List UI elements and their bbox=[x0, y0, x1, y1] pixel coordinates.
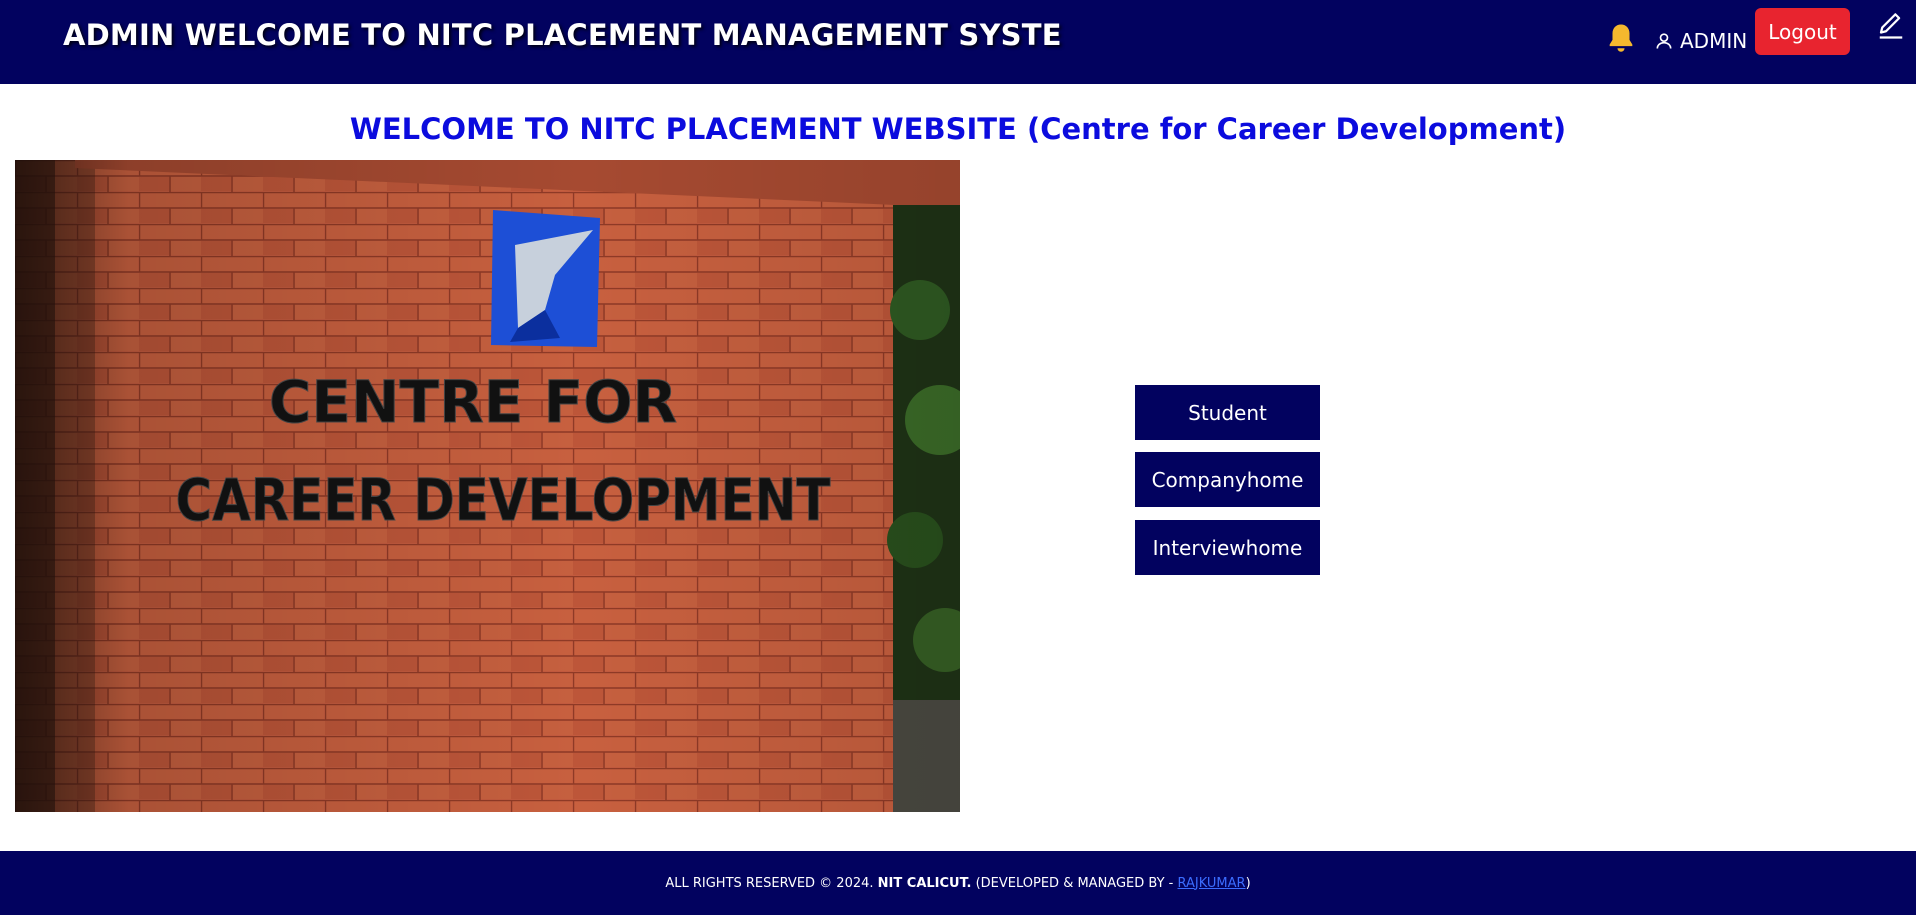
student-button[interactable]: Student bbox=[1135, 385, 1320, 440]
sign-line-2: CAREER DEVELOPMENT bbox=[176, 466, 831, 534]
companyhome-button[interactable]: Companyhome bbox=[1135, 452, 1320, 507]
bell-icon[interactable] bbox=[1604, 20, 1638, 56]
footer-managed-prefix: (DEVELOPED & MANAGED BY - bbox=[975, 875, 1174, 891]
interviewhome-button[interactable]: Interviewhome bbox=[1135, 520, 1320, 575]
top-navbar: ADMIN WELCOME TO NITC PLACEMENT MANAGEME… bbox=[0, 0, 1916, 84]
user-menu[interactable]: ADMIN bbox=[1654, 28, 1747, 54]
footer-managed-suffix: ) bbox=[1245, 875, 1251, 891]
hero-image: CENTRE FOR CAREER DEVELOPMENT bbox=[15, 160, 960, 812]
sign-line-1: CENTRE FOR bbox=[269, 368, 677, 436]
developer-link[interactable]: RAJKUMAR bbox=[1178, 876, 1246, 891]
ccd-sign-photo: CENTRE FOR CAREER DEVELOPMENT bbox=[15, 160, 960, 812]
user-label: ADMIN bbox=[1680, 29, 1748, 53]
footer-rights: ALL RIGHTS RESERVED © 2024. bbox=[665, 875, 874, 891]
pencil-icon[interactable] bbox=[1876, 10, 1906, 40]
logout-button[interactable]: Logout bbox=[1755, 8, 1850, 55]
footer: ALL RIGHTS RESERVED © 2024. NIT CALICUT.… bbox=[0, 851, 1916, 915]
page-heading: WELCOME TO NITC PLACEMENT WEBSITE (Centr… bbox=[349, 112, 1567, 146]
app-title: ADMIN WELCOME TO NITC PLACEMENT MANAGEME… bbox=[63, 18, 1062, 52]
footer-org: NIT CALICUT. bbox=[877, 875, 972, 891]
user-icon bbox=[1656, 33, 1672, 49]
